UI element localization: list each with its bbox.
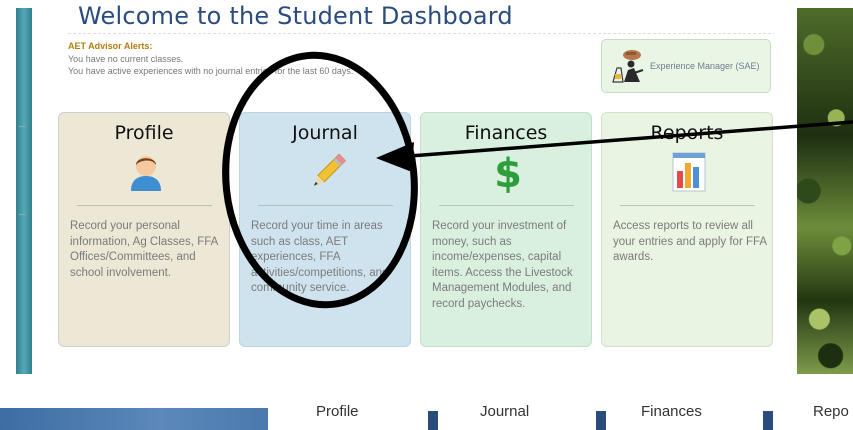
strip-separator — [596, 411, 606, 430]
profile-divider — [77, 205, 212, 206]
experience-manager-button[interactable]: Experience Manager (SAE) — [601, 39, 771, 93]
advisor-alerts: AET Advisor Alerts: You have no current … — [68, 40, 353, 78]
strip-tab-journal[interactable]: Journal — [480, 403, 529, 420]
journal-card-description: Record your time in areas such as class,… — [251, 220, 389, 294]
user-avatar-icon — [125, 151, 167, 193]
finances-divider — [439, 205, 574, 206]
finances-card[interactable]: Finances $ Record your investment of mon… — [420, 112, 592, 347]
alert-no-journal: You have active experiences with no jour… — [68, 66, 354, 76]
journal-divider — [258, 205, 393, 206]
profile-card-title: Profile — [114, 122, 174, 144]
journal-card[interactable]: Journal Record your time in areas such a… — [239, 112, 411, 347]
page-title: Welcome to the Student Dashboard — [78, 2, 513, 30]
reports-card-description: Access reports to review all your entrie… — [613, 220, 767, 263]
finances-card-title: Finances — [464, 122, 548, 144]
finances-card-description: Record your investment of money, such as… — [432, 220, 573, 310]
reports-divider — [620, 205, 755, 206]
journal-card-title: Journal — [292, 122, 358, 144]
svg-text:$: $ — [494, 151, 522, 193]
experience-manager-label: Experience Manager (SAE) — [650, 61, 760, 71]
left-teal-rail — [16, 8, 32, 374]
strip-separator — [763, 411, 773, 430]
reports-card-title: Reports — [650, 122, 724, 144]
rail-tick — [19, 214, 25, 215]
foliage-photo — [797, 8, 853, 374]
bar-chart-icon — [668, 151, 710, 193]
alert-no-classes: You have no current classes. — [68, 53, 184, 64]
alerts-title: AET Advisor Alerts: — [68, 41, 153, 51]
strip-separator — [428, 411, 438, 430]
profile-card-description: Record your personal information, Ag Cla… — [70, 220, 218, 279]
bottom-nav-strip: Profile Journal Finances Repo — [0, 386, 853, 430]
strip-tab-reports[interactable]: Repo — [813, 403, 849, 420]
dashboard-main: Welcome to the Student Dashboard AET Adv… — [32, 0, 797, 374]
rail-tick — [19, 126, 25, 127]
pencil-icon — [306, 151, 348, 193]
farmer-tractor-icon — [610, 46, 646, 86]
title-divider — [68, 33, 774, 34]
strip-tab-profile[interactable]: Profile — [316, 403, 359, 420]
dollar-sign-icon: $ — [487, 151, 529, 197]
reports-card[interactable]: Reports Access reports to review all you… — [601, 112, 773, 347]
strip-photo — [0, 408, 268, 430]
strip-tab-finances[interactable]: Finances — [641, 403, 702, 420]
profile-card[interactable]: Profile Record your personal information… — [58, 112, 230, 347]
